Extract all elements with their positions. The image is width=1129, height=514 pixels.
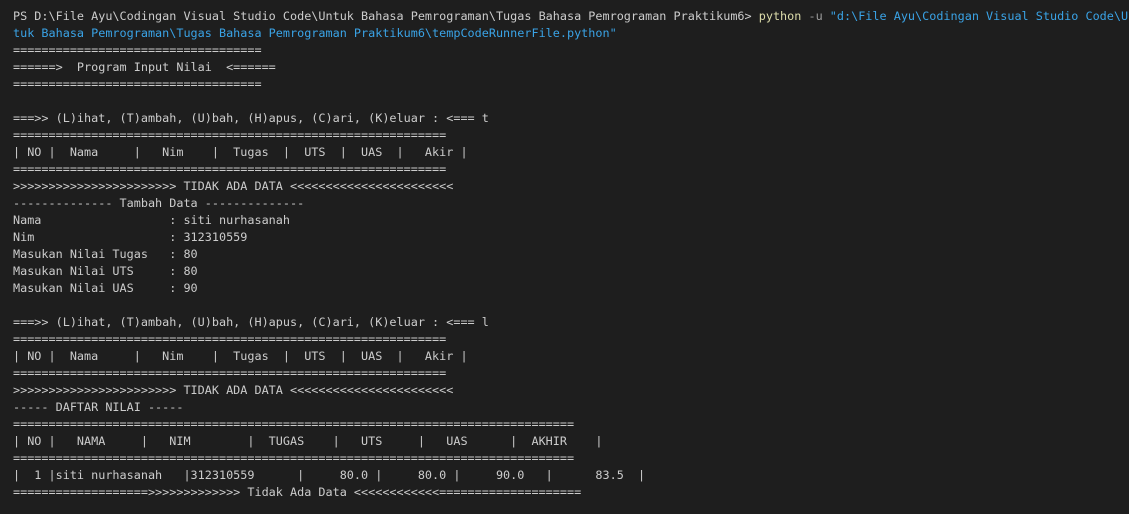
command-argument-part1: "d:\File Ayu\Codingan Visual Studio Code… [829,9,1129,23]
output-line: ======> Program Input Nilai <====== [13,60,276,74]
output-line: ========================================… [13,162,447,176]
output-line: ===>> (L)ihat, (T)ambah, (U)bah, (H)apus… [13,111,489,125]
output-line: ----- DAFTAR NILAI ----- [13,400,184,414]
output-line: | NO | NAMA | NIM | TUGAS | UTS | UAS | … [13,434,603,448]
output-line: >>>>>>>>>>>>>>>>>>>>>>> TIDAK ADA DATA <… [13,383,454,397]
output-line: Masukan Nilai Tugas : 80 [13,247,198,261]
output-line: ===>> (L)ihat, (T)ambah, (U)bah, (H)apus… [13,315,489,329]
command-argument-part2: tuk Bahasa Pemrograman\Tugas Bahasa Pemr… [13,26,617,40]
output-line: ========================================… [13,128,447,142]
output-line: =================================== [13,77,262,91]
output-line: ========================================… [13,417,575,431]
output-line: ===================>>>>>>>>>>>>> Tidak A… [13,485,582,499]
output-line: Nim : 312310559 [13,230,248,244]
output-line: Masukan Nilai UTS : 80 [13,264,198,278]
output-line: ========================================… [13,366,447,380]
output-line: ========================================… [13,451,575,465]
output-line: -------------- Tambah Data -------------… [13,196,305,210]
output-line: =================================== [13,43,262,57]
program-output: =================================== =====… [13,42,1129,501]
output-line: | NO | Nama | Nim | Tugas | UTS | UAS | … [13,145,468,159]
output-line: Nama : siti nurhasanah [13,213,290,227]
output-line: Masukan Nilai UAS : 90 [13,281,198,295]
terminal-panel[interactable]: PS D:\File Ayu\Codingan Visual Studio Co… [0,0,1129,514]
output-line: ========================================… [13,332,447,346]
output-line: >>>>>>>>>>>>>>>>>>>>>>> TIDAK ADA DATA <… [13,179,454,193]
command-name: python [758,9,802,23]
shell-prompt: PS D:\File Ayu\Codingan Visual Studio Co… [13,9,759,23]
output-line: | 1 |siti nurhasanah |312310559 | 80.0 |… [13,468,646,482]
command-flag: -u [801,9,830,23]
command-line: PS D:\File Ayu\Codingan Visual Studio Co… [13,8,1129,25]
output-line: | NO | Nama | Nim | Tugas | UTS | UAS | … [13,349,468,363]
